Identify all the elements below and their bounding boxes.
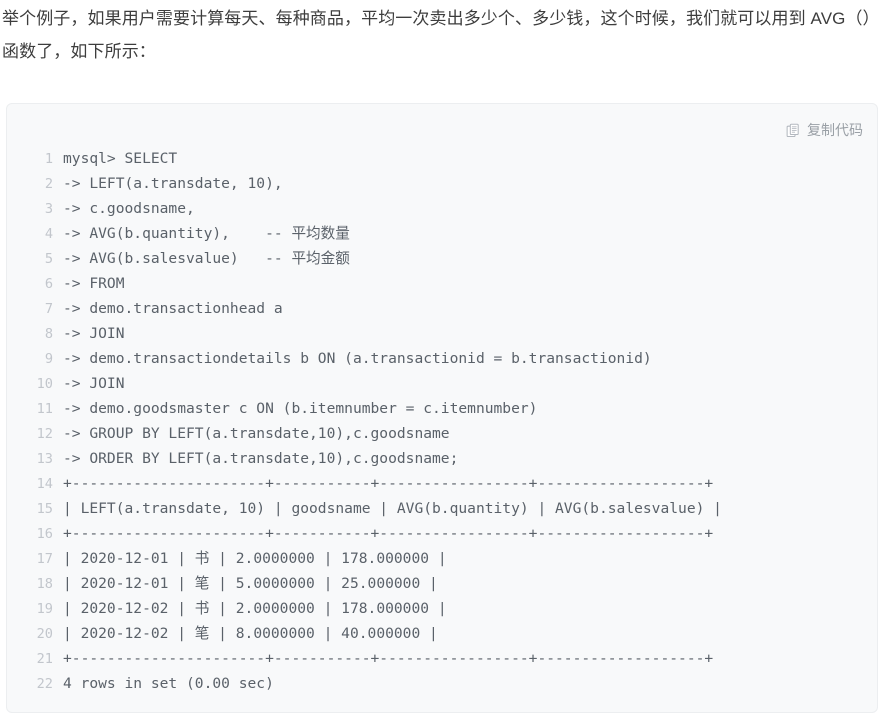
line-number: 11 — [36, 401, 53, 417]
code-content[interactable]: 1 mysql> SELECT 2 -> LEFT(a.transdate, 1… — [7, 146, 877, 696]
line-number: 13 — [36, 451, 53, 467]
line-code: -> demo.transactionhead a — [63, 300, 283, 317]
line-number: 5 — [44, 251, 53, 267]
code-line: 11 -> demo.goodsmaster c ON (b.itemnumbe… — [7, 396, 877, 421]
code-line: 9 -> demo.transactiondetails b ON (a.tra… — [7, 346, 877, 371]
line-number: 9 — [44, 351, 53, 367]
line-number: 14 — [36, 476, 53, 492]
line-number: 17 — [36, 551, 53, 567]
code-line: 19 | 2020-12-02 | 书 | 2.0000000 | 178.00… — [7, 596, 877, 621]
line-number: 10 — [36, 376, 53, 392]
line-code: -> LEFT(a.transdate, 10), — [63, 175, 283, 192]
code-line: 5 -> AVG(b.salesvalue) -- 平均金额 — [7, 246, 877, 271]
line-code: mysql> SELECT — [63, 150, 178, 167]
line-number: 4 — [44, 226, 53, 242]
line-code: -> GROUP BY LEFT(a.transdate,10),c.goods… — [63, 425, 450, 442]
copy-code-label: 复制代码 — [807, 122, 863, 138]
line-code: 4 rows in set (0.00 sec) — [63, 675, 274, 692]
line-code: -> AVG(b.quantity), -- 平均数量 — [63, 225, 350, 242]
line-code: | 2020-12-02 | 书 | 2.0000000 | 178.00000… — [63, 600, 447, 617]
code-line: 8 -> JOIN — [7, 321, 877, 346]
code-toolbar: 复制代码 — [7, 104, 877, 146]
code-line: 18 | 2020-12-01 | 笔 | 5.0000000 | 25.000… — [7, 571, 877, 596]
intro-paragraph: 举个例子，如果用户需要计算每天、每种商品，平均一次卖出多少个、多少钱，这个时候，… — [2, 9, 872, 61]
line-code: +----------------------+-----------+----… — [63, 525, 714, 542]
line-code: -> ORDER BY LEFT(a.transdate,10),c.goods… — [63, 450, 459, 467]
code-line: 22 4 rows in set (0.00 sec) — [7, 671, 877, 696]
line-code: | LEFT(a.transdate, 10) | goodsname | AV… — [63, 500, 722, 517]
line-number: 15 — [36, 501, 53, 517]
line-number: 18 — [36, 576, 53, 592]
line-code: -> JOIN — [63, 325, 125, 342]
line-code: -> AVG(b.salesvalue) -- 平均金额 — [63, 250, 350, 267]
line-number: 19 — [36, 601, 53, 617]
copy-document-icon — [786, 123, 801, 138]
code-line: 6 -> FROM — [7, 271, 877, 296]
line-number: 22 — [36, 676, 53, 692]
line-code: -> JOIN — [63, 375, 125, 392]
code-line: 1 mysql> SELECT — [7, 146, 877, 171]
line-code: -> FROM — [63, 275, 125, 292]
code-line: 17 | 2020-12-01 | 书 | 2.0000000 | 178.00… — [7, 546, 877, 571]
code-line: 4 -> AVG(b.quantity), -- 平均数量 — [7, 221, 877, 246]
code-line: 7 -> demo.transactionhead a — [7, 296, 877, 321]
article-content: 举个例子，如果用户需要计算每天、每种商品，平均一次卖出多少个、多少钱，这个时候，… — [0, 0, 884, 68]
line-number: 6 — [44, 276, 53, 292]
line-code: -> c.goodsname, — [63, 200, 195, 217]
code-line: 15 | LEFT(a.transdate, 10) | goodsname |… — [7, 496, 877, 521]
code-line: 12 -> GROUP BY LEFT(a.transdate,10),c.go… — [7, 421, 877, 446]
code-block: 复制代码 1 mysql> SELECT 2 -> LEFT(a.transda… — [6, 103, 878, 713]
line-code: -> demo.transactiondetails b ON (a.trans… — [63, 350, 652, 367]
code-line: 21 +----------------------+-----------+-… — [7, 646, 877, 671]
line-number: 21 — [36, 651, 53, 667]
line-code: | 2020-12-02 | 笔 | 8.0000000 | 40.000000… — [63, 625, 438, 642]
line-code: +----------------------+-----------+----… — [63, 650, 714, 667]
line-code: | 2020-12-01 | 笔 | 5.0000000 | 25.000000… — [63, 575, 438, 592]
line-code: +----------------------+-----------+----… — [63, 475, 714, 492]
code-line: 14 +----------------------+-----------+-… — [7, 471, 877, 496]
line-code: | 2020-12-01 | 书 | 2.0000000 | 178.00000… — [63, 550, 447, 567]
copy-code-button[interactable]: 复制代码 — [786, 123, 863, 138]
line-number: 12 — [36, 426, 53, 442]
code-line: 13 -> ORDER BY LEFT(a.transdate,10),c.go… — [7, 446, 877, 471]
code-line: 10 -> JOIN — [7, 371, 877, 396]
line-number: 3 — [44, 201, 53, 217]
line-number: 7 — [44, 301, 53, 317]
line-number: 16 — [36, 526, 53, 542]
code-line: 16 +----------------------+-----------+-… — [7, 521, 877, 546]
code-line: 2 -> LEFT(a.transdate, 10), — [7, 171, 877, 196]
line-number: 2 — [44, 176, 53, 192]
line-number: 8 — [44, 326, 53, 342]
code-line: 3 -> c.goodsname, — [7, 196, 877, 221]
line-number: 20 — [36, 626, 53, 642]
code-line: 20 | 2020-12-02 | 笔 | 8.0000000 | 40.000… — [7, 621, 877, 646]
line-code: -> demo.goodsmaster c ON (b.itemnumber =… — [63, 400, 538, 417]
line-number: 1 — [44, 151, 53, 167]
